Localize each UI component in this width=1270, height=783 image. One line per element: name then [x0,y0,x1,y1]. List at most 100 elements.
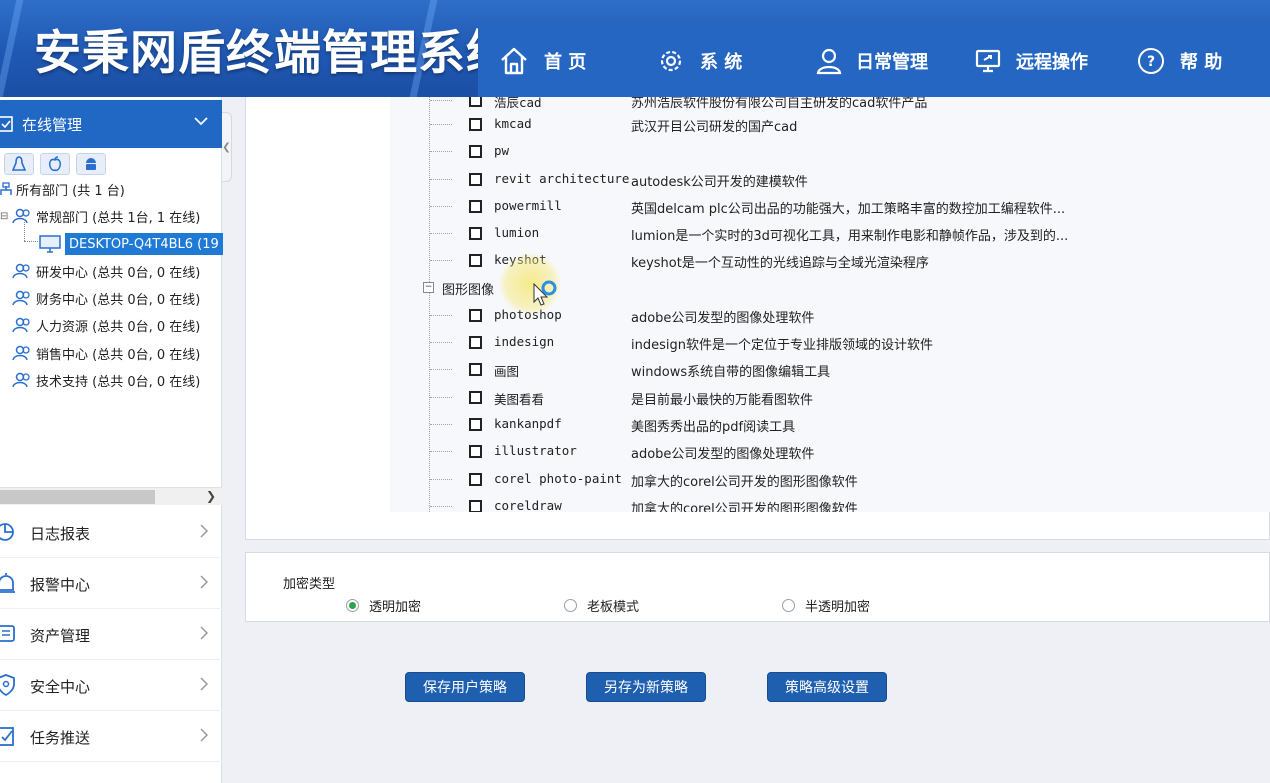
tree-computer-node[interactable]: DESKTOP-Q4T4BL6 (19 [39,232,223,256]
scroll-right-icon[interactable]: ❯ [206,489,216,503]
software-row[interactable]: 画图 windows系统自带的图像编辑工具 [390,356,1270,383]
radio-circle[interactable] [782,599,795,612]
tree-dept-label: 常规部门 (总共 1台, 1 在线) [36,210,201,226]
software-row[interactable]: lumion lumion是一个实时的3d可视化工具，用来制作电影和静帧作品，涉… [390,220,1270,247]
software-row[interactable]: kmcad 武汉开目公司研发的国产cad [390,111,1270,138]
software-name: lumion [494,225,540,240]
software-desc: lumion是一个实时的3d可视化工具，用来制作电影和静帧作品，涉及到的... [631,229,1069,244]
nav-daily-management-label: 日常管理 [856,51,928,73]
software-checkbox[interactable] [469,473,482,486]
chevron-right-icon [200,677,208,691]
radio-boss-mode[interactable]: 老板模式 [564,596,639,615]
software-desc: keyshot是一个互动性的光线追踪与全域光渲染程序 [631,256,929,271]
software-checkbox[interactable] [469,500,482,512]
nav-help[interactable]: ? 帮 助 [1136,24,1222,97]
tree-dept-finance[interactable]: 财务中心 (总共 0台, 0 在线) [12,286,200,310]
radio-circle[interactable] [564,599,577,612]
alarm-icon [0,573,15,593]
menu-item-partial[interactable] [0,763,222,783]
tree-dept-label: 研发中心 (总共 0台, 0 在线) [36,265,201,281]
menu-alarm-center[interactable]: 报警中心 [0,559,222,609]
radio-label: 老板模式 [587,600,640,615]
software-checkbox[interactable] [469,336,482,349]
apple-filter-button[interactable] [40,153,70,175]
tree-dept-label: 财务中心 (总共 0台, 0 在线) [36,292,201,308]
menu-security-center[interactable]: 安全中心 [0,661,222,711]
software-checkbox[interactable] [469,145,482,158]
home-icon [501,47,527,74]
scrollbar-thumb[interactable] [0,490,155,504]
checklist-icon [0,116,13,132]
software-checkbox[interactable] [469,227,482,240]
software-desc: 加拿大的corel公司开发的图形图像软件 [631,502,858,512]
svg-text:?: ? [1147,54,1155,70]
tree-dept-label: 销售中心 (总共 0台, 0 在线) [36,347,201,363]
category-collapse-toggle[interactable]: − [423,282,434,293]
software-checkbox[interactable] [469,118,482,131]
software-checkbox[interactable] [469,391,482,404]
android-filter-button[interactable] [76,153,106,175]
nav-home[interactable]: 首 页 [498,24,586,97]
tree-dept-regular[interactable]: ⊟ 常规部门 (总共 1台, 1 在线) [0,204,200,228]
gear-icon [660,50,682,71]
nav-system[interactable]: 系 统 [656,24,742,97]
software-checkbox[interactable] [469,363,482,376]
tree-dept-sales[interactable]: 销售中心 (总共 0台, 0 在线) [12,341,200,365]
help-icon: ? [1138,47,1164,74]
software-checkbox[interactable] [469,418,482,431]
tree-dept-support[interactable]: 技术支持 (总共 0台, 0 在线) [12,368,200,392]
software-row[interactable]: 美图看看 是目前最小最快的万能看图软件 [390,384,1270,411]
users-icon [12,290,30,306]
radio-semi-transparent-encryption[interactable]: 半透明加密 [782,596,870,615]
shield-icon [0,674,15,696]
menu-asset-management[interactable]: 资产管理 [0,610,222,660]
save-user-policy-button[interactable]: 保存用户策略 [405,672,525,702]
nav-help-label: 帮 助 [1180,51,1223,73]
software-checkbox[interactable] [469,97,482,107]
tree-root[interactable]: 所有部门 (共 1 台) [0,177,125,201]
policy-advanced-settings-button[interactable]: 策略高级设置 [767,672,887,702]
software-desc: 英国delcam plc公司出品的功能强大，加工策略丰富的数控加工编程软件... [631,202,1066,217]
tree-dept-hr[interactable]: 人力资源 (总共 0台, 0 在线) [12,313,200,337]
software-name: coreldraw [494,498,562,512]
software-row[interactable]: corel photo-paint 加拿大的corel公司开发的图形图像软件 [390,466,1270,493]
software-desc: 武汉开目公司研发的国产cad [631,120,798,135]
nav-remote-operation[interactable]: 远程操作 [974,24,1088,97]
radio-circle[interactable] [346,599,359,612]
radio-transparent-encryption[interactable]: 透明加密 [346,596,421,615]
software-checkbox[interactable] [469,309,482,322]
software-desc: adobe公司发型的图像处理软件 [631,447,815,462]
software-row[interactable]: pw [390,138,1270,165]
save-as-new-policy-button[interactable]: 另存为新策略 [586,672,706,702]
tree-dept-rd[interactable]: 研发中心 (总共 0台, 0 在线) [12,259,200,283]
tree-collapse-toggle[interactable]: ⊟ [0,211,12,222]
encryption-type-title: 加密类型 [283,577,336,592]
menu-task-push[interactable]: 任务推送 [0,712,222,762]
task-icon [0,727,14,746]
online-management-header[interactable]: 在线管理 [0,100,222,148]
software-desc: windows系统自带的图像编辑工具 [631,365,831,380]
software-checkbox[interactable] [469,254,482,267]
software-desc: indesign软件是一个定位于专业排版领域的设计软件 [631,338,933,353]
linux-filter-button[interactable] [4,153,34,175]
nav-daily-management[interactable]: 日常管理 [816,24,928,97]
menu-log-report[interactable]: 日志报表 [0,508,222,558]
software-row[interactable]: kankanpdf 美图秀秀出品的pdf阅读工具 [390,411,1270,438]
sidebar-collapse-handle[interactable]: ❮ [222,112,232,182]
software-checkbox[interactable] [469,200,482,213]
software-row[interactable]: revit architecture autodesk公司开发的建模软件 [390,166,1270,193]
menu-label: 任务推送 [30,729,91,747]
software-row[interactable]: illustrator adobe公司发型的图像处理软件 [390,438,1270,465]
software-row[interactable]: indesign indesign软件是一个定位于专业排版领域的设计软件 [390,329,1270,356]
software-list-panel: 浩辰cad 苏州浩辰软件股份有限公司自主研发的cad软件产品 kmcad 武汉开… [245,97,1270,540]
software-checkbox[interactable] [469,173,482,186]
tree-horizontal-scrollbar[interactable]: ❯ [0,487,222,505]
main-nav: 首 页 系 统 日常管理 远程操作 ? 帮 助 [478,24,1270,97]
online-management-label: 在线管理 [22,115,83,134]
remote-screen-icon [975,49,1001,72]
software-row[interactable]: coreldraw 加拿大的corel公司开发的图形图像软件 [390,493,1270,512]
chevron-right-icon [200,524,208,538]
software-row[interactable]: powermill 英国delcam plc公司出品的功能强大，加工策略丰富的数… [390,193,1270,220]
radio-label: 透明加密 [369,600,422,615]
software-checkbox[interactable] [469,445,482,458]
